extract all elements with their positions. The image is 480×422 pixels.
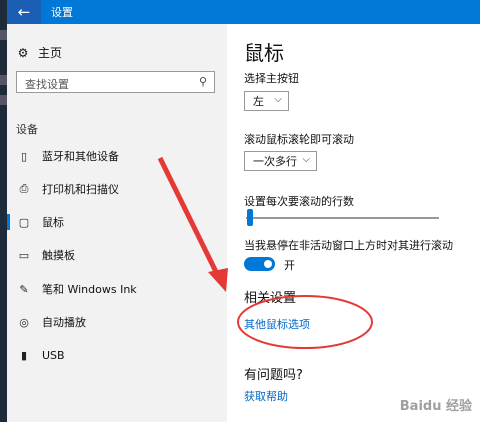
annotation-circle [237,295,373,349]
annotation-arrow-line [157,156,223,282]
annotation-arrowhead [208,268,228,292]
watermark-logo: Baidu 经验 [399,399,472,414]
annotation-overlay [157,156,373,349]
